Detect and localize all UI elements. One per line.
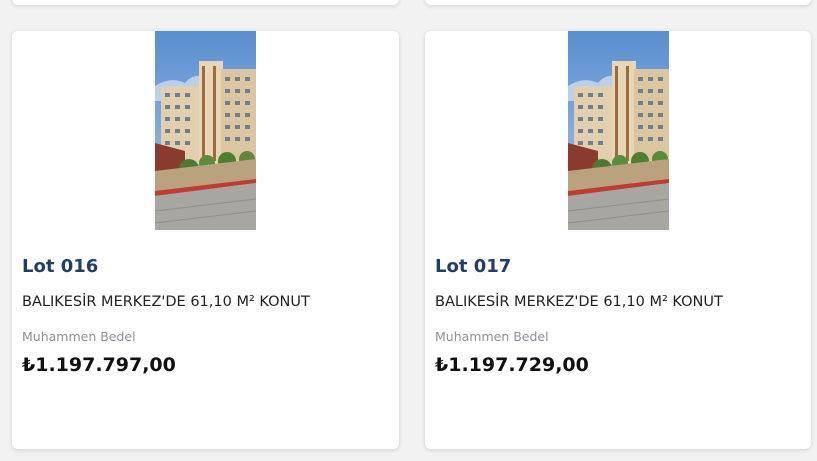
listing-card-lot-017[interactable]: Lot 017 BALIKESİR MERKEZ'DE 61,10 M² KON… <box>425 31 811 449</box>
property-photo[interactable] <box>568 31 669 230</box>
lot-number[interactable]: Lot 016 <box>22 256 98 277</box>
lot-number[interactable]: Lot 017 <box>435 256 511 277</box>
listing-card-previous[interactable] <box>12 0 399 5</box>
lot-description: BALIKESİR MERKEZ'DE 61,10 M² KONUT <box>435 294 723 310</box>
property-photo[interactable] <box>155 31 256 230</box>
lot-price: ₺1.197.797,00 <box>22 354 176 376</box>
price-label: Muhammen Bedel <box>435 329 549 344</box>
lot-description: BALIKESİR MERKEZ'DE 61,10 M² KONUT <box>22 294 310 310</box>
lot-price: ₺1.197.729,00 <box>435 354 589 376</box>
listing-card-lot-016[interactable]: Lot 016 BALIKESİR MERKEZ'DE 61,10 M² KON… <box>12 31 399 449</box>
listing-grid: Lot 016 BALIKESİR MERKEZ'DE 61,10 M² KON… <box>0 0 817 461</box>
listing-card-previous[interactable] <box>425 0 811 5</box>
price-label: Muhammen Bedel <box>22 329 136 344</box>
